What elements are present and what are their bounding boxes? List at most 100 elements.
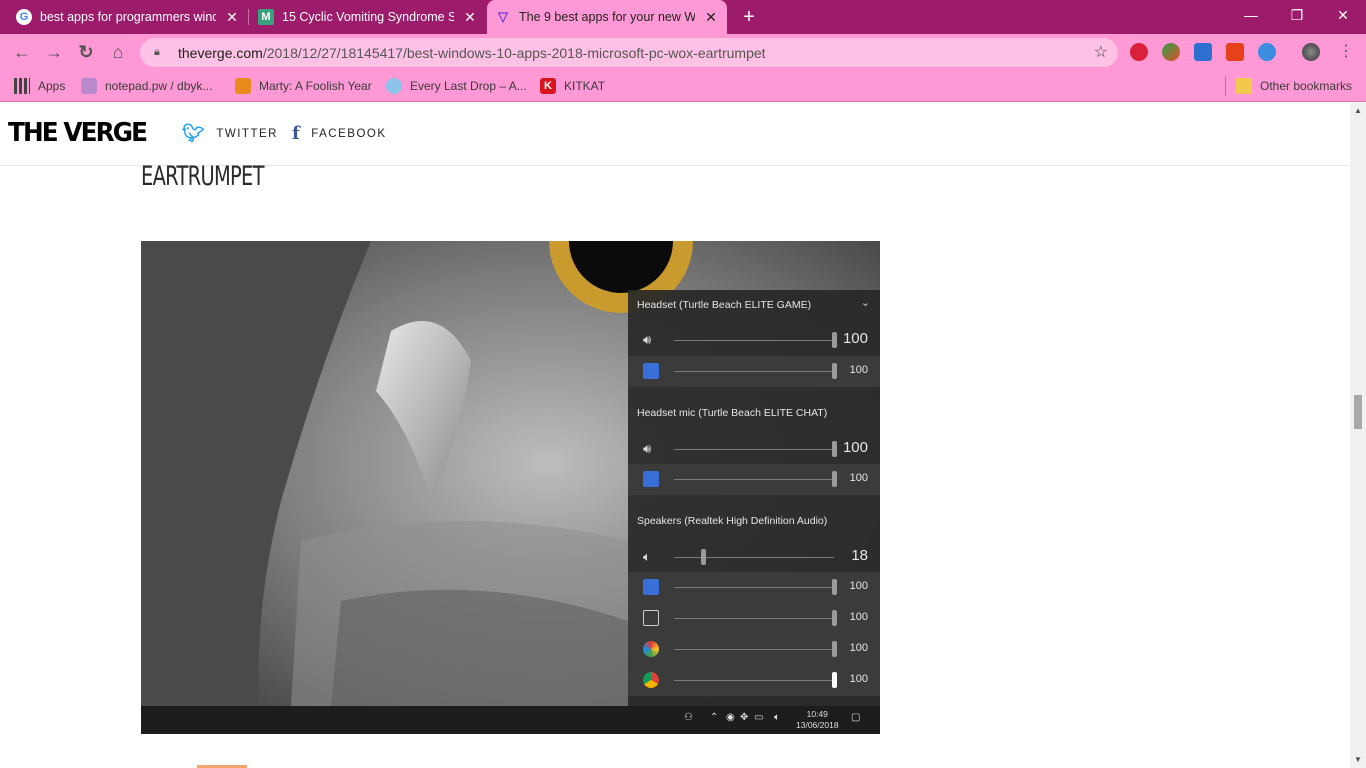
volume-slider-track[interactable] [674,618,834,619]
volume-slider-thumb[interactable] [832,471,837,487]
facebook-link[interactable]: f FACEBOOK [292,123,387,144]
folder-icon [1236,78,1252,94]
close-window-button[interactable]: ✕ [1320,0,1366,30]
app-volume-row: 100 [628,665,880,696]
bookmark-marty[interactable]: Marty: A Foolish Year [235,76,372,96]
volume-slider-track[interactable] [674,479,834,480]
speaker-icon[interactable]: 🔊︎ [643,441,659,457]
bookmarks-divider [1225,76,1226,96]
bookmark-label: Other bookmarks [1260,79,1353,93]
volume-slider-track[interactable] [674,371,834,372]
tab-title: best apps for programmers wind [40,10,216,24]
device-name: Headset mic (Turtle Beach ELITE CHAT) [637,407,828,419]
article-image: Headset (Turtle Beach ELITE GAME) ⌄ 🔊︎ 1… [141,241,880,734]
action-center-icon[interactable]: ▢ [851,712,860,723]
speaker-icon[interactable]: 🔊︎ [643,332,659,348]
volume-slider-track[interactable] [674,587,834,588]
other-bookmarks[interactable]: Other bookmarks [1236,76,1352,96]
volume-tray-icon[interactable]: 🔈︎ [774,712,780,723]
volume-slider-thumb[interactable] [832,579,837,595]
volume-slider-track[interactable] [674,649,834,650]
minimize-button[interactable]: — [1228,0,1274,30]
m-icon: M [258,9,274,25]
app-volume-row: 100 [628,603,880,634]
clock-date: 13/06/2018 [796,720,839,730]
tab-strip: G best apps for programmers wind ✕ M 15 … [0,0,1366,34]
site-logo[interactable]: THE VERGE [8,118,148,148]
extension-blue-icon[interactable] [1194,43,1212,61]
bookmark-kitkat[interactable]: K KITKAT [540,76,605,96]
tab-google-search[interactable]: G best apps for programmers wind ✕ [8,0,248,34]
volume-value: 100 [849,364,868,376]
kitkat-icon: K [540,78,556,94]
menu-icon[interactable]: ⋮ [1332,38,1360,66]
dropbox-icon[interactable]: ✥ [740,712,748,723]
volume-slider-track[interactable] [674,449,834,450]
bookmark-apps[interactable]: Apps [14,76,65,96]
bookmarks-bar: Apps notepad.pw / dbyk... Marty: A Fooli… [0,70,1366,102]
page-scrollbar[interactable]: ▲ ▼ [1350,103,1366,768]
office-icon[interactable] [1226,43,1244,61]
volume-slider-thumb[interactable] [832,441,837,457]
fish-icon [235,78,251,94]
notepad-icon [81,78,97,94]
volume-slider-track[interactable] [674,680,834,681]
bookmark-star-icon[interactable]: ☆ [1094,42,1108,62]
section-heading: EARTRUMPET [141,161,264,192]
new-tab-button[interactable]: + [737,5,761,29]
scroll-up-icon[interactable]: ▲ [1350,103,1366,119]
avatar[interactable] [1302,43,1320,61]
close-tab-icon[interactable]: ✕ [462,9,478,26]
bookmark-label: notepad.pw / dbyk... [105,79,213,93]
volume-slider-thumb[interactable] [832,332,837,348]
shield-icon[interactable] [1258,43,1276,61]
system-sounds-icon [643,471,659,487]
extension-multicolor-icon[interactable] [1162,43,1180,61]
device-volume-row: 🔊︎ 100 [628,434,880,465]
color-wheel-app-icon [643,641,659,657]
onedrive-icon[interactable]: ◉ [726,712,735,723]
twitter-link[interactable]: 🐦︎ TWITTER [182,123,278,144]
app-volume-row: 100 [628,572,880,603]
system-sounds-icon [643,579,659,595]
google-icon: G [16,9,32,25]
speaker-icon[interactable]: 🔈︎ [643,549,659,565]
taskbar-clock[interactable]: 10:49 13/06/2018 [796,709,839,731]
scroll-down-icon[interactable]: ▼ [1350,752,1366,768]
verge-icon: ▽ [498,9,508,24]
tab-separator [248,9,249,25]
restore-button[interactable]: ❐ [1274,0,1320,30]
extension-red-icon[interactable] [1130,43,1148,61]
tab-cyclic-vomiting[interactable]: M 15 Cyclic Vomiting Syndrome Sy ✕ [250,0,486,34]
chevron-up-icon[interactable]: ⌃ [710,712,718,723]
volume-slider-thumb[interactable] [832,641,837,657]
tab-title: 15 Cyclic Vomiting Syndrome Sy [282,10,454,24]
bookmark-label: Marty: A Foolish Year [259,79,372,93]
chevron-down-icon[interactable]: ⌄ [861,296,870,309]
people-icon[interactable]: ⚇ [684,712,693,723]
close-tab-icon[interactable]: ✕ [224,9,240,26]
volume-slider-track[interactable] [674,557,834,558]
home-icon[interactable]: ⌂ [104,38,132,66]
tab-the-verge[interactable]: ▽ The 9 best apps for your new Wi ✕ [487,0,727,34]
volume-slider-thumb[interactable] [700,549,706,565]
back-icon[interactable]: ← [8,38,36,66]
address-bar[interactable]: 🔒︎ theverge.com/2018/12/27/18145417/best… [140,38,1118,67]
clock-time: 10:49 [806,709,828,719]
volume-slider-track[interactable] [674,340,834,341]
volume-slider-thumb[interactable] [832,672,837,688]
url-text: theverge.com/2018/12/27/18145417/best-wi… [178,45,766,61]
reload-icon[interactable]: ↻ [72,38,100,66]
bookmark-notepad[interactable]: notepad.pw / dbyk... [81,76,212,96]
device-name: Headset (Turtle Beach ELITE GAME) [637,299,812,311]
bookmark-every-last-drop[interactable]: Every Last Drop – A... [386,76,527,96]
volume-value: 100 [849,642,868,654]
close-tab-icon[interactable]: ✕ [703,9,719,26]
volume-slider-thumb[interactable] [832,610,837,626]
url-host: theverge.com [178,44,263,61]
volume-slider-thumb[interactable] [832,363,837,379]
scrollbar-thumb[interactable] [1354,395,1362,429]
forward-icon[interactable]: → [40,38,68,66]
chrome-icon [643,672,659,688]
network-icon[interactable]: ▭ [754,712,763,723]
